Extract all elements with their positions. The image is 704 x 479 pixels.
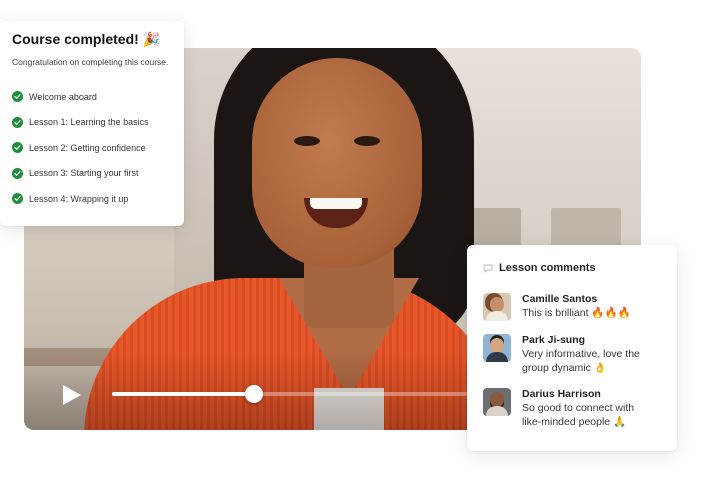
comment-text: So good to connect with like-minded peop…	[522, 402, 635, 428]
lesson-item[interactable]: Lesson 4: Wrapping it up	[12, 186, 184, 212]
comment-item: Darius Harrison So good to connect with …	[483, 388, 652, 429]
lesson-list: Welcome aboard Lesson 1: Learning the ba…	[12, 84, 184, 212]
lesson-item[interactable]: Lesson 1: Learning the basics	[12, 110, 184, 136]
lesson-label: Lesson 3: Starting your first	[29, 168, 139, 179]
comment-item: Camille Santos This is brilliant 🔥🔥🔥	[483, 293, 652, 321]
comments-title: Lesson comments	[499, 262, 596, 274]
comments-header: Lesson comments	[483, 262, 677, 274]
lesson-item[interactable]: Welcome aboard	[12, 84, 184, 110]
lesson-label: Lesson 2: Getting confidence	[29, 142, 146, 153]
play-button[interactable]	[62, 384, 82, 406]
video-scrubber-handle[interactable]	[245, 385, 263, 403]
check-circle-icon	[12, 142, 23, 154]
comment-author: Camille Santos	[522, 293, 598, 305]
check-circle-icon	[12, 193, 23, 205]
course-subtitle: Congratulation on completing this course…	[12, 57, 169, 67]
avatar	[483, 388, 511, 416]
avatar	[483, 293, 511, 321]
comment-text: Very informative, love the group dynamic…	[522, 348, 640, 374]
avatar	[483, 334, 511, 362]
lesson-comments-card: Lesson comments Camille Santos This is b…	[467, 245, 677, 451]
video-progress-bar[interactable]	[112, 385, 467, 403]
lesson-item[interactable]: Lesson 3: Starting your first	[12, 161, 184, 187]
lesson-item[interactable]: Lesson 2: Getting confidence	[12, 135, 184, 161]
comment-text: This is brilliant 🔥🔥🔥	[522, 307, 631, 319]
comment-item: Park Ji-sung Very informative, love the …	[483, 334, 652, 375]
course-title: Course completed! 🎉	[12, 31, 161, 47]
video-progress-fill	[112, 392, 254, 396]
comment-author: Park Ji-sung	[522, 334, 586, 346]
lesson-label: Welcome aboard	[29, 91, 97, 102]
lesson-label: Lesson 1: Learning the basics	[29, 117, 149, 128]
lesson-label: Lesson 4: Wrapping it up	[29, 193, 129, 204]
speech-bubble-icon	[483, 264, 493, 272]
play-icon	[63, 385, 81, 405]
course-completed-card: Course completed! 🎉 Congratulation on co…	[0, 21, 184, 226]
check-circle-icon	[12, 91, 23, 103]
check-circle-icon	[12, 116, 23, 128]
comment-author: Darius Harrison	[522, 388, 601, 400]
check-circle-icon	[12, 167, 23, 179]
